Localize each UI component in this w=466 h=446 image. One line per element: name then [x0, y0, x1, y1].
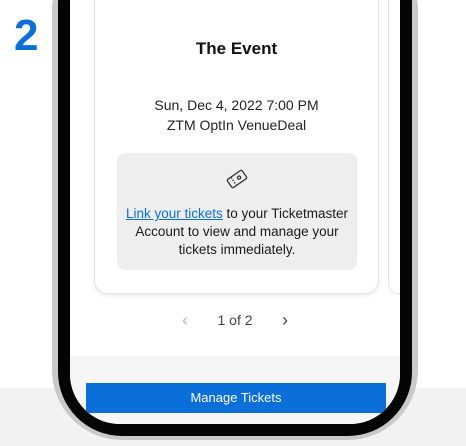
next-ticket-card-peek[interactable]: [388, 0, 400, 294]
ticket-pager: ‹ 1 of 2 ›: [70, 310, 400, 332]
link-tickets-panel: Link your tickets to your Ticketmaster A…: [117, 153, 357, 270]
ticket-icon: [225, 167, 249, 191]
link-tickets-message: Link your tickets to your Ticketmaster A…: [125, 205, 349, 259]
ticket-card: The Event Sun, Dec 4, 2022 7:00 PM ZTM O…: [94, 0, 379, 294]
event-venue: ZTM OptIn VenueDeal: [166, 117, 307, 133]
event-datetime: Sun, Dec 4, 2022 7:00 PM: [154, 97, 319, 113]
pager-label: 1 of 2: [217, 312, 253, 328]
event-title: The Event: [195, 39, 278, 58]
step-number: 2: [14, 11, 39, 60]
manage-tickets-button[interactable]: Manage Tickets: [86, 383, 386, 413]
chevron-right-icon[interactable]: ›: [282, 310, 288, 331]
link-tickets-link[interactable]: Link your tickets: [126, 206, 223, 221]
phone-screen: The Event Sun, Dec 4, 2022 7:00 PM ZTM O…: [70, 0, 400, 424]
